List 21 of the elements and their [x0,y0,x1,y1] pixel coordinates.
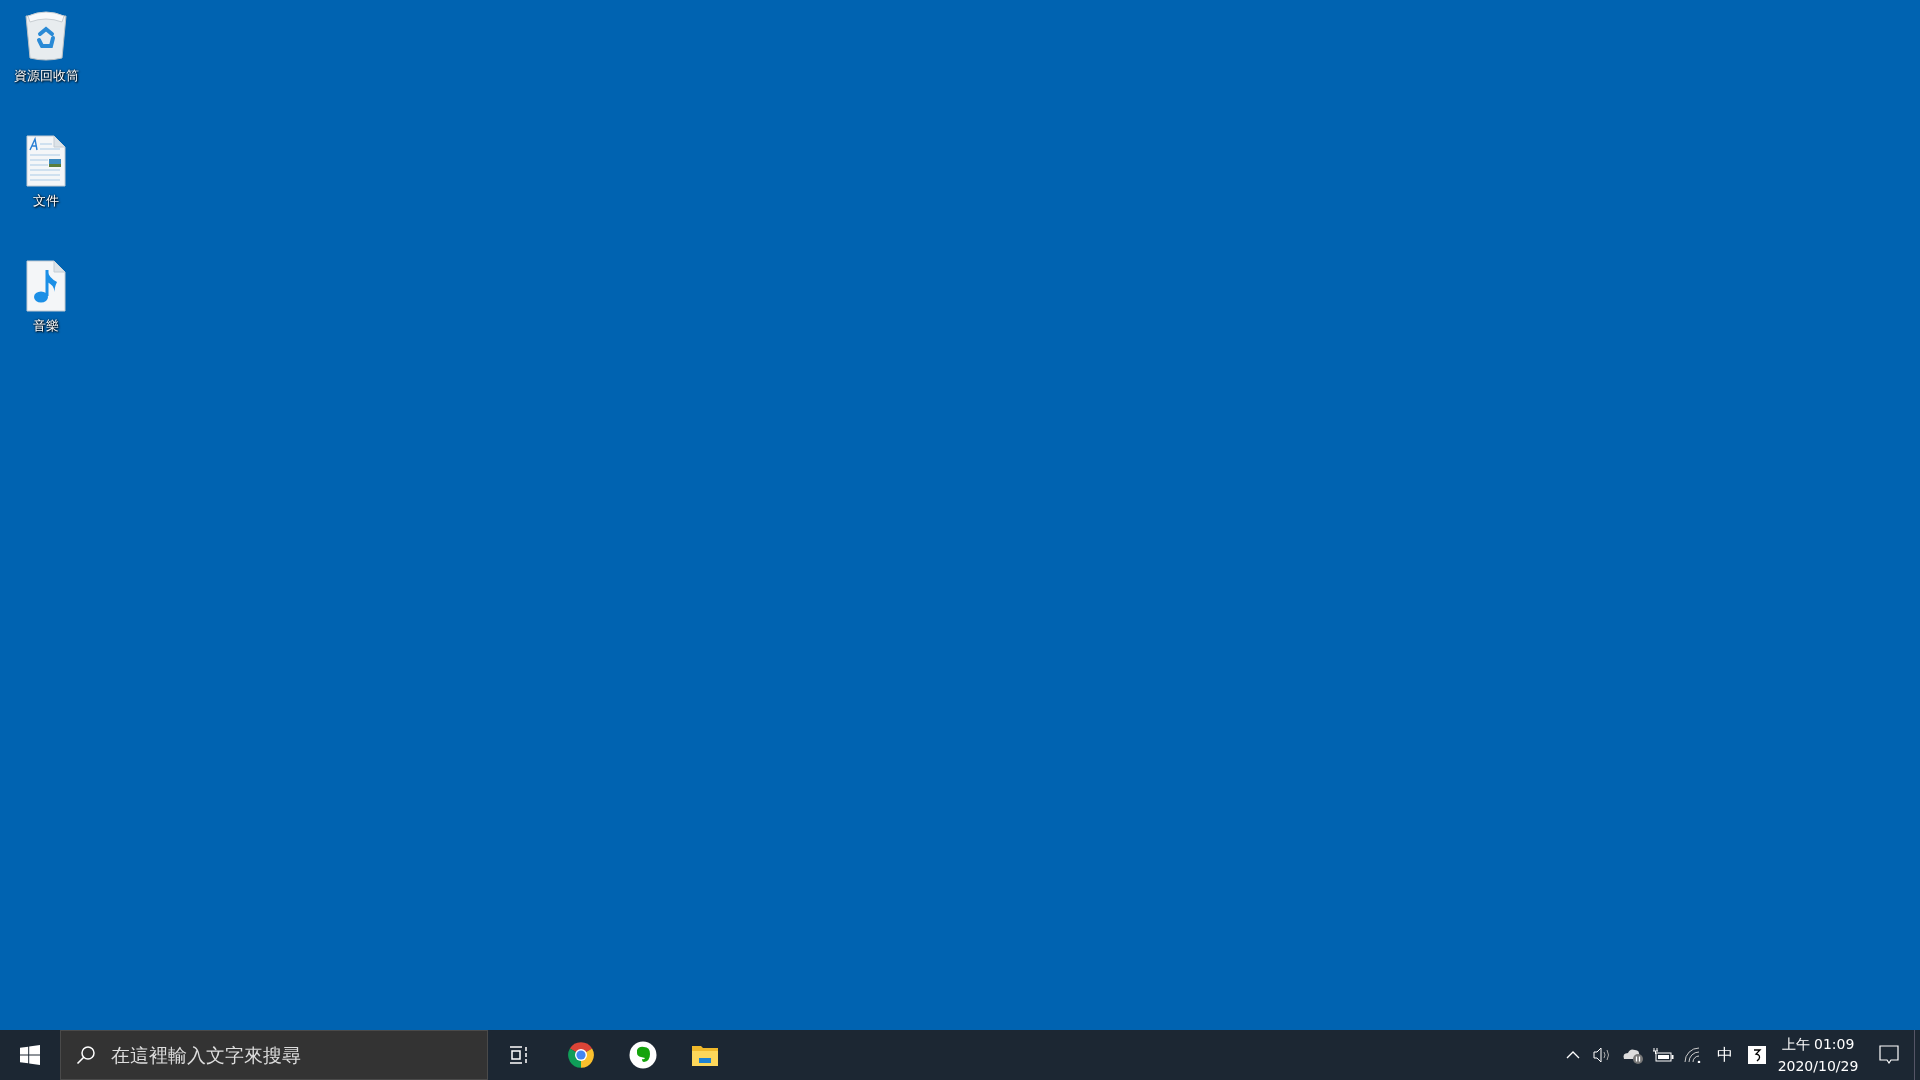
clock-date: 2020/10/29 [1777,1058,1859,1074]
task-view-icon [509,1046,529,1064]
document-icon[interactable] [26,135,66,187]
search-icon [76,1045,96,1065]
cloud-paused-icon [1622,1046,1644,1064]
desktop-icon-label: 資源回收筒 [13,67,79,85]
battery-charging-icon [1652,1048,1674,1062]
input-mode-button[interactable]: 中 [1708,1030,1742,1080]
browser-icon [567,1041,595,1069]
chevron-up-icon [1566,1051,1580,1059]
speech-bubble-icon [1879,1045,1899,1065]
search-field[interactable]: 在這裡輸入文字來搜尋 [60,1030,488,1080]
ime-icon [1748,1046,1766,1064]
wifi-icon [1684,1047,1702,1063]
clock-time: 上午 01:09 [1781,1036,1855,1054]
windows-logo-icon [20,1045,40,1065]
music-file-icon[interactable] [26,260,66,312]
desktop-icon-label: 文件 [33,192,59,210]
folder-icon [691,1043,719,1067]
desktop-icon-label: 音樂 [33,317,59,335]
clock-button[interactable]: 上午 01:09 2020/10/29 [1772,1030,1864,1080]
